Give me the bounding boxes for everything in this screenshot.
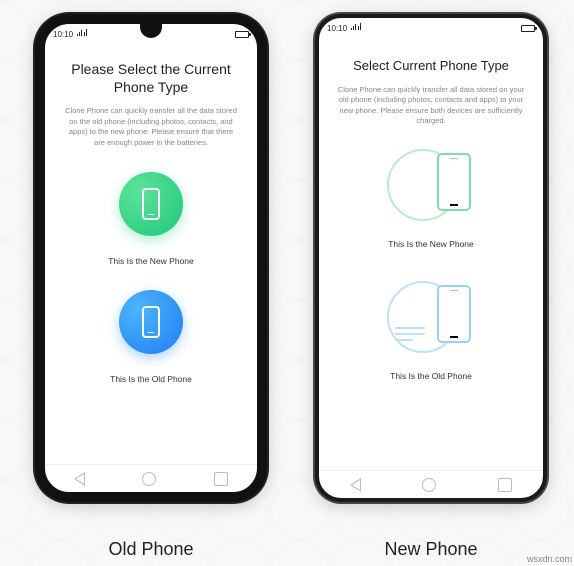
new-phone-frame: 10:10 Select Current Phone Type Clone Ph… xyxy=(315,14,547,502)
option-label: This Is the New Phone xyxy=(331,239,531,249)
signal-icon xyxy=(77,29,87,39)
watermark: wsxdn.com xyxy=(527,554,572,564)
caption-new: New Phone xyxy=(315,539,547,560)
android-navbar xyxy=(45,464,257,492)
battery-icon xyxy=(521,25,535,32)
option-label: This Is the New Phone xyxy=(108,256,194,266)
caption-old: Old Phone xyxy=(35,539,267,560)
option-label: This Is the Old Phone xyxy=(110,374,192,384)
signal-icon xyxy=(351,23,361,33)
new-phone-icon xyxy=(119,172,183,236)
back-button[interactable] xyxy=(74,472,85,486)
back-button[interactable] xyxy=(350,478,361,492)
old-phone-screen: Please Select the Current Phone Type Clo… xyxy=(45,44,257,464)
option-label: This Is the Old Phone xyxy=(331,371,531,381)
status-time: 10:10 xyxy=(53,30,73,39)
home-button[interactable] xyxy=(142,472,156,486)
recents-button[interactable] xyxy=(214,472,228,486)
old-phone-icon xyxy=(119,290,183,354)
old-phone-frame: 10:10 Please Select the Current Phone Ty… xyxy=(35,14,267,502)
new-phone-screen: Select Current Phone Type Clone Phone ca… xyxy=(319,38,543,470)
option-old-phone[interactable]: This Is the Old Phone xyxy=(331,275,531,381)
recents-button[interactable] xyxy=(498,478,512,492)
option-old-phone[interactable]: This Is the Old Phone xyxy=(57,290,245,384)
page-title: Please Select the Current Phone Type xyxy=(57,60,245,96)
android-navbar xyxy=(319,470,543,498)
battery-icon xyxy=(235,31,249,38)
page-description: Clone Phone can quickly transfer all the… xyxy=(57,106,245,148)
old-phone-icon xyxy=(381,275,481,361)
comparison-stage: 10:10 Please Select the Current Phone Ty… xyxy=(0,0,574,566)
option-new-phone[interactable]: This Is the New Phone xyxy=(331,143,531,249)
option-new-phone[interactable]: This Is the New Phone xyxy=(57,172,245,266)
status-bar: 10:10 xyxy=(319,18,543,38)
new-phone-icon xyxy=(381,143,481,229)
status-time: 10:10 xyxy=(327,24,347,33)
page-description: Clone Phone can quickly transfer all dat… xyxy=(331,85,531,127)
home-button[interactable] xyxy=(422,478,436,492)
page-title: Select Current Phone Type xyxy=(331,58,531,75)
